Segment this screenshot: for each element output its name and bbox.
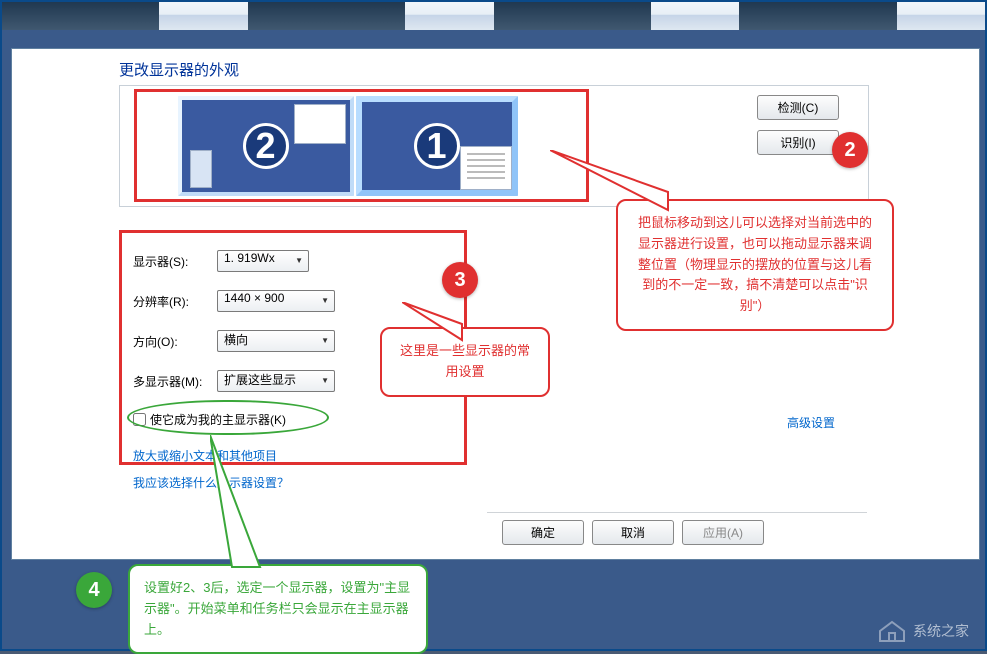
cancel-button[interactable]: 取消 — [592, 520, 674, 545]
window-titlebar — [2, 2, 985, 30]
annotation-badge-3: 3 — [442, 262, 478, 298]
page-title: 更改显示器的外观 — [119, 59, 239, 80]
watermark: 系统之家 — [877, 619, 969, 643]
resolution-label: 分辨率(R): — [133, 293, 217, 310]
multidisplay-label: 多显示器(M): — [133, 373, 217, 390]
monitor-number-badge: 1 — [414, 123, 460, 169]
annotation-callout-4: 设置好2、3后，选定一个显示器，设置为"主显示器"。开始菜单和任务栏只会显示在主… — [128, 564, 428, 654]
monitor-2[interactable]: 2 — [178, 96, 354, 196]
annotation-badge-2: 2 — [832, 132, 868, 168]
display-label: 显示器(S): — [133, 253, 217, 270]
annotation-badge-4: 4 — [76, 572, 112, 608]
window-thumbnail-icon — [190, 150, 212, 188]
detect-button[interactable]: 检测(C) — [757, 95, 839, 120]
text-scaling-link[interactable]: 放大或缩小文本和其他项目 — [133, 447, 277, 464]
primary-display-checkbox[interactable] — [133, 413, 146, 426]
advanced-settings-link[interactable]: 高级设置 — [787, 414, 835, 431]
apply-button[interactable]: 应用(A) — [682, 520, 764, 545]
separator — [487, 512, 867, 513]
multidisplay-select[interactable]: 扩展这些显示 — [217, 370, 335, 392]
annotation-callout-3: 这里是一些显示器的常用设置 — [380, 327, 550, 397]
resolution-select[interactable]: 1440 × 900 — [217, 290, 335, 312]
identify-button[interactable]: 识别(I) — [757, 130, 839, 155]
orientation-select[interactable]: 横向 — [217, 330, 335, 352]
display-select[interactable]: 1. 919Wx — [217, 250, 309, 272]
primary-display-label: 使它成为我的主显示器(K) — [150, 411, 286, 428]
window-thumbnail-icon — [294, 104, 346, 144]
ok-button[interactable]: 确定 — [502, 520, 584, 545]
monitor-number-badge: 2 — [243, 123, 289, 169]
window-frame: 更改显示器的外观 2 1 检测(C) 识别(I) 显示器(S): 1. 919W — [0, 0, 987, 651]
which-settings-link[interactable]: 我应该选择什么显示器设置？ — [133, 474, 289, 491]
window-thumbnail-icon — [460, 146, 512, 190]
orientation-label: 方向(O): — [133, 333, 217, 350]
monitor-1[interactable]: 1 — [356, 96, 518, 196]
annotation-callout-2: 把鼠标移动到这儿可以选择对当前选中的显示器进行设置，也可以拖动显示器来调整位置（… — [616, 199, 894, 331]
